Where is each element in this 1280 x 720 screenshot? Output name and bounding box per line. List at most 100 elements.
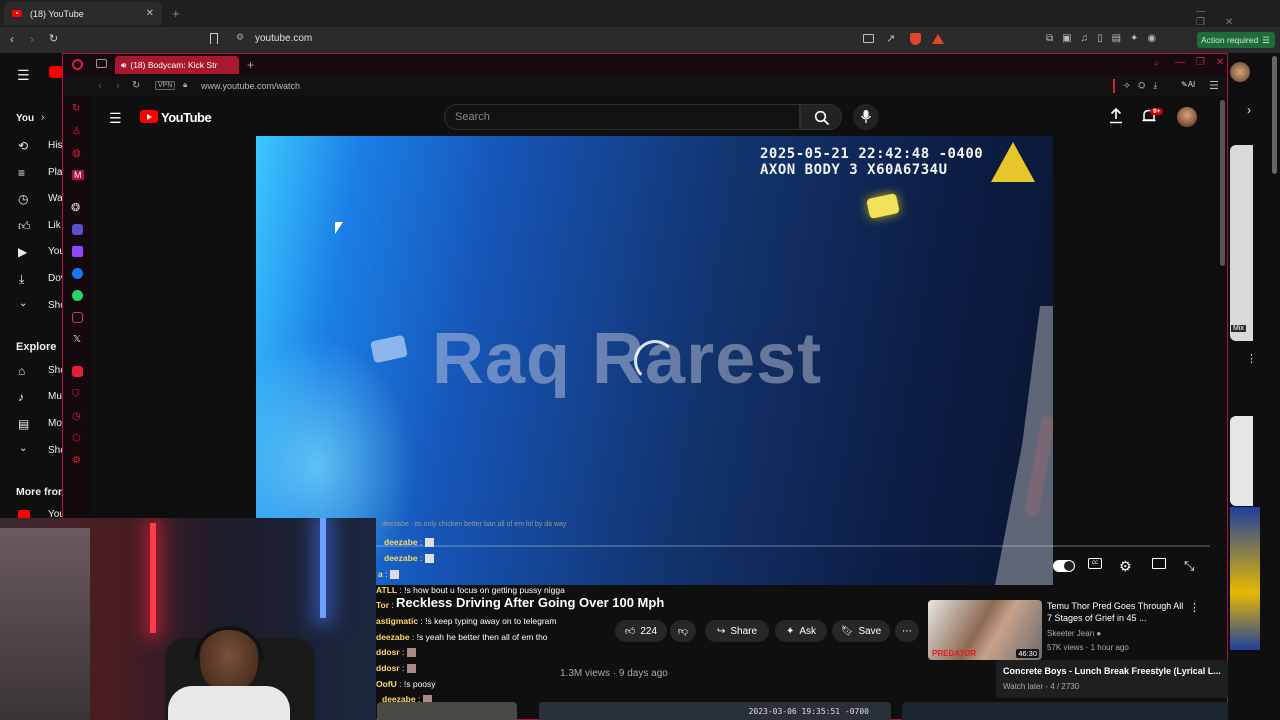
bookmark-icon[interactable] <box>210 33 218 44</box>
share-button[interactable]: ↪ Share <box>705 620 769 642</box>
chat-line-6: astigmatic : !s keep typing away on to t… <box>376 616 556 626</box>
youtube-logo-icon[interactable] <box>140 110 158 123</box>
search-button[interactable] <box>800 104 842 130</box>
bg-menu-icon[interactable]: ☰ <box>17 67 30 84</box>
autoplay-toggle[interactable] <box>1053 560 1075 572</box>
inner-url[interactable]: www.youtube.com/watch <box>201 81 300 91</box>
bottom-thumbnail-3[interactable] <box>902 702 1254 720</box>
x-sidebar-icon[interactable]: 𝕏 <box>73 334 81 345</box>
inner-back-icon[interactable]: ‹ <box>98 80 102 92</box>
inner-menu-icon[interactable]: ☰ <box>1209 79 1219 92</box>
outer-tab-youtube[interactable]: (18) YouTube ✕ <box>4 2 162 25</box>
bg-explore-movies[interactable]: Mo <box>48 418 62 429</box>
inner-search-tabs-icon[interactable]: ⌕ <box>1154 58 1160 69</box>
inner-window-controls[interactable]: —❐✕ <box>1175 57 1235 68</box>
ai-sidebar-icon[interactable] <box>72 224 83 235</box>
theater-button[interactable] <box>1152 558 1168 574</box>
inner-scrollbar[interactable] <box>1220 100 1225 266</box>
thumb-predator-text: PREDATOR <box>932 649 977 658</box>
bg-explore-music[interactable]: Mu <box>48 391 62 402</box>
recommended-more-icon[interactable]: ⋮ <box>1189 601 1200 614</box>
inner-toolbar-icons[interactable]: ⟡⛭⤓ <box>1124 80 1165 91</box>
mail-sidebar-icon[interactable]: M <box>72 170 84 180</box>
bg-item-history[interactable]: His <box>48 140 62 151</box>
youtube-wordmark[interactable]: YouTube <box>161 110 212 125</box>
menu-icon: ☰ <box>1262 34 1270 45</box>
pinboard-sidebar-icon[interactable]: ◍ <box>72 148 81 159</box>
chat-user: Tor <box>376 600 390 610</box>
watermark-text: Raq Rarest <box>432 319 823 399</box>
whatsapp-sidebar-icon[interactable] <box>72 290 83 301</box>
bg-card-3[interactable] <box>1230 507 1260 650</box>
forward-icon[interactable]: › <box>30 32 34 46</box>
bg-you-label[interactable]: You <box>16 113 34 124</box>
upload-button[interactable] <box>1109 108 1123 124</box>
inner-reload-icon[interactable]: ↻ <box>132 80 140 91</box>
save-label: Save <box>858 625 882 637</box>
bg-chevron-right-icon[interactable]: › <box>1247 103 1251 117</box>
aria-ai-button[interactable]: ✎AI <box>1181 80 1195 89</box>
guide-menu-icon[interactable]: ☰ <box>109 110 122 127</box>
search-input[interactable]: Search <box>444 104 800 130</box>
extensions-sidebar-icon[interactable]: ⬡ <box>72 433 81 444</box>
site-info-icon[interactable]: ⚙ <box>236 32 244 43</box>
action-required-button[interactable]: Action required ☰ <box>1197 32 1275 48</box>
bottom-thumbnail-1[interactable] <box>377 702 517 720</box>
bg-item-watch-later[interactable]: Wa <box>48 193 63 204</box>
instagram-sidebar-icon[interactable] <box>72 312 83 323</box>
chatgpt-sidebar-icon[interactable]: ❂ <box>71 201 80 214</box>
extensions-toolbar[interactable]: ⧉▣♫▯▤✦◉ <box>1046 33 1165 44</box>
tab-islands-icon[interactable] <box>96 59 107 68</box>
chat-text: : <box>399 647 407 657</box>
new-tab-icon[interactable]: + <box>172 6 180 21</box>
outer-url[interactable]: youtube.com <box>255 33 312 44</box>
messenger-sidebar-icon[interactable] <box>72 268 83 279</box>
captions-button[interactable]: cc <box>1088 558 1104 574</box>
tasks-sidebar-icon[interactable]: ⛉ <box>72 389 80 400</box>
close-tab-icon[interactable]: ✕ <box>146 8 154 19</box>
bg-item-playlists[interactable]: Pla <box>48 167 62 178</box>
new-tab-icon[interactable]: + <box>247 58 254 72</box>
window-controls[interactable]: —❐✕ <box>1196 6 1280 28</box>
rewards-icon[interactable] <box>932 34 944 44</box>
recommended-title[interactable]: Temu Thor Pred Goes Through All 7 Stages… <box>1047 601 1187 624</box>
bg-more-from-label: More fron <box>16 486 65 498</box>
dislike-button[interactable]: 👎︎ <box>670 620 696 642</box>
brave-shield-icon[interactable] <box>910 33 921 45</box>
like-button[interactable]: 👍︎ 224 <box>615 620 667 642</box>
bg-card-2[interactable] <box>1230 416 1253 506</box>
chat-line-3: a : <box>378 569 399 580</box>
opera-logo-icon[interactable] <box>72 59 83 70</box>
fullscreen-button[interactable]: ⤡ <box>1184 558 1200 574</box>
avatar[interactable] <box>1177 107 1197 127</box>
voice-search-button[interactable] <box>853 104 879 130</box>
watch-later-miniplayer[interactable]: Concrete Boys - Lunch Break Freestyle (L… <box>996 660 1254 698</box>
bg-item-liked[interactable]: Lik <box>48 220 61 231</box>
clock-sidebar-icon[interactable]: ◷ <box>72 411 81 422</box>
inner-forward-icon[interactable]: › <box>116 80 120 92</box>
vpn-badge[interactable]: VPN <box>155 81 176 90</box>
bg-card-1[interactable] <box>1230 145 1253 341</box>
recommended-channel[interactable]: Skeeter Jean ● <box>1047 629 1101 638</box>
save-button[interactable]: 🔖︎ Save <box>832 620 890 642</box>
inner-tab-bodycam[interactable]: 🔊︎ (18) Bodycam: Kick Str <box>115 56 239 74</box>
player-sidebar-icon[interactable]: ♙ <box>72 126 81 137</box>
ask-button[interactable]: ✦ Ask <box>775 620 827 642</box>
reload-icon[interactable]: ↻ <box>49 32 58 45</box>
bg-more-icon[interactable]: ⋮ <box>1246 352 1257 365</box>
back-icon[interactable]: ‹ <box>10 32 14 46</box>
share-page-icon[interactable]: ↗ <box>886 32 895 45</box>
settings-sidebar-icon[interactable]: ⚙ <box>72 455 81 466</box>
bottom-thumbnail-2[interactable]: 2023-03-06 19:35:51 -0700 <box>539 702 891 720</box>
twitch-sidebar-icon[interactable] <box>72 246 83 257</box>
music-sidebar-icon[interactable] <box>72 366 83 377</box>
settings-button[interactable]: ⚙ <box>1119 558 1135 574</box>
history-sidebar-icon[interactable]: ↻ <box>72 103 80 114</box>
speaker-icon[interactable]: 🔊︎ <box>121 60 126 71</box>
progress-bar[interactable] <box>376 545 1210 547</box>
outer-scrollbar[interactable] <box>1272 56 1277 174</box>
more-actions-button[interactable]: ⋯ <box>895 620 919 642</box>
video-title: Reckless Driving After Going Over 100 Mp… <box>396 595 665 610</box>
recommended-thumbnail[interactable]: PREDATOR 46:30 <box>928 600 1042 660</box>
cast-icon[interactable] <box>863 34 874 43</box>
